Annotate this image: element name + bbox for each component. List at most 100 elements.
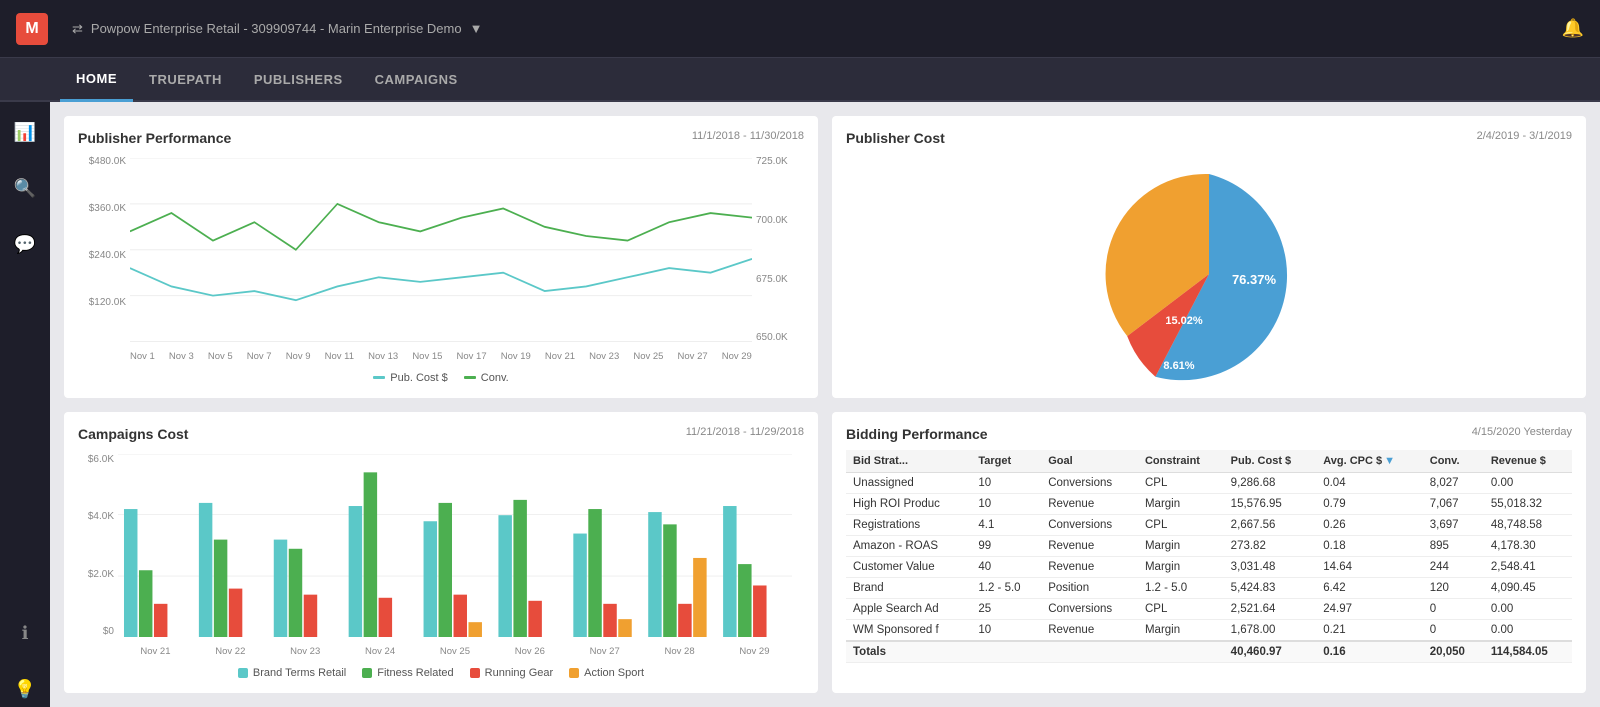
nav-item-home[interactable]: HOME: [60, 58, 133, 102]
publisher-performance-header: Publisher Performance 11/1/2018 - 11/30/…: [78, 130, 804, 146]
connection-icon: ⇄: [72, 21, 83, 37]
bidding-table-container[interactable]: Bid Strat... Target Goal Constraint Pub.…: [846, 450, 1572, 680]
publisher-cost-header: Publisher Cost 2/4/2019 - 3/1/2019: [846, 130, 1572, 146]
table-row[interactable]: Amazon - ROAS 99 Revenue Margin 273.82 0…: [846, 535, 1572, 556]
table-row[interactable]: WM Sponsored f 10 Revenue Margin 1,678.0…: [846, 619, 1572, 641]
publisher-performance-date: 11/1/2018 - 11/30/2018: [692, 130, 804, 142]
col-conv[interactable]: Conv.: [1423, 450, 1484, 473]
bar-x-labels: Nov 21Nov 22Nov 23Nov 24Nov 25 Nov 26Nov…: [118, 646, 792, 657]
cell-pub-cost: 3,031.48: [1224, 556, 1317, 577]
main-content: Publisher Performance 11/1/2018 - 11/30/…: [50, 102, 1600, 707]
pie-label-red: 8.61%: [1163, 360, 1194, 372]
dropdown-icon[interactable]: ▼: [470, 21, 483, 36]
col-revenue[interactable]: Revenue $: [1484, 450, 1572, 473]
col-goal[interactable]: Goal: [1041, 450, 1138, 473]
cell-strategy: Amazon - ROAS: [846, 535, 971, 556]
pie-label-blue: 76.37%: [1232, 272, 1277, 287]
totals-avg-cpc: 0.16: [1316, 641, 1423, 663]
table-row[interactable]: Customer Value 40 Revenue Margin 3,031.4…: [846, 556, 1572, 577]
publisher-cost-date: 2/4/2019 - 3/1/2019: [1477, 130, 1572, 142]
campaigns-cost-legend: Brand Terms Retail Fitness Related Runni…: [78, 667, 804, 679]
table-row[interactable]: High ROI Produc 10 Revenue Margin 15,576…: [846, 493, 1572, 514]
campaigns-cost-title: Campaigns Cost: [78, 426, 188, 442]
bell-icon[interactable]: 🔔: [1562, 18, 1584, 39]
cell-revenue: 4,178.30: [1484, 535, 1572, 556]
totals-conv: 20,050: [1423, 641, 1484, 663]
cell-revenue: 2,548.41: [1484, 556, 1572, 577]
cell-avg-cpc: 0.21: [1316, 619, 1423, 641]
table-row[interactable]: Registrations 4.1 Conversions CPL 2,667.…: [846, 514, 1572, 535]
cell-conv: 3,697: [1423, 514, 1484, 535]
legend-brand-label: Brand Terms Retail: [253, 667, 346, 679]
campaigns-cost-card: Campaigns Cost 11/21/2018 - 11/29/2018 $…: [64, 412, 818, 694]
cell-goal: Revenue: [1041, 535, 1138, 556]
cell-revenue: 0.00: [1484, 472, 1572, 493]
sidebar-icon-chat[interactable]: 💬: [7, 226, 43, 262]
cell-avg-cpc: 0.26: [1316, 514, 1423, 535]
legend-conv-label: Conv.: [481, 372, 509, 384]
cell-conv: 0: [1423, 598, 1484, 619]
pie-chart-svg: 76.37% 8.61% 15.02% Pub. Cost $: [1059, 154, 1359, 398]
cell-constraint: Margin: [1138, 556, 1224, 577]
totals-label: Totals: [846, 641, 1224, 663]
x-axis-labels: Nov 1Nov 3Nov 5Nov 7Nov 9 Nov 11Nov 13No…: [130, 351, 752, 362]
legend-action: Action Sport: [569, 667, 644, 679]
col-avg-cpc[interactable]: Avg. CPC $▼: [1316, 450, 1423, 473]
legend-fitness: Fitness Related: [362, 667, 453, 679]
publisher-cost-card: Publisher Cost 2/4/2019 - 3/1/2019 76.37…: [832, 116, 1586, 398]
nav-item-truepath[interactable]: TRUEPATH: [133, 58, 238, 100]
cell-constraint: CPL: [1138, 514, 1224, 535]
legend-running: Running Gear: [470, 667, 554, 679]
pie-chart-container: 76.37% 8.61% 15.02% Pub. Cost $: [846, 154, 1572, 398]
cell-goal: Revenue: [1041, 619, 1138, 641]
legend-fitness-label: Fitness Related: [377, 667, 453, 679]
cell-pub-cost: 2,521.64: [1224, 598, 1317, 619]
cell-constraint: Margin: [1138, 619, 1224, 641]
sidebar-icon-idea[interactable]: 💡: [7, 671, 43, 707]
cell-conv: 7,067: [1423, 493, 1484, 514]
cell-target: 4.1: [971, 514, 1041, 535]
sidebar-icon-search[interactable]: 🔍: [7, 170, 43, 206]
sidebar-icon-info[interactable]: ℹ: [7, 615, 43, 651]
bar-y-axis: $6.0K$4.0K$2.0K$0: [78, 454, 118, 638]
cell-target: 10: [971, 493, 1041, 514]
legend-pub-cost: Pub. Cost $: [373, 372, 447, 384]
cell-avg-cpc: 6.42: [1316, 577, 1423, 598]
publisher-performance-legend: Pub. Cost $ Conv.: [78, 372, 804, 384]
nav-item-campaigns[interactable]: CAMPAIGNS: [359, 58, 474, 100]
cell-goal: Conversions: [1041, 514, 1138, 535]
totals-row: Totals 40,460.97 0.16 20,050 114,584.05: [846, 641, 1572, 663]
y-axis-left: $480.0K$360.0K$240.0K$120.0K: [78, 154, 130, 344]
cell-conv: 0: [1423, 619, 1484, 641]
col-constraint[interactable]: Constraint: [1138, 450, 1224, 473]
pie-label-orange: 15.02%: [1165, 315, 1203, 327]
topbar: M ⇄ Powpow Enterprise Retail - 309909744…: [0, 0, 1600, 58]
cell-constraint: CPL: [1138, 472, 1224, 493]
sort-arrow: ▼: [1384, 455, 1395, 467]
app-logo[interactable]: M: [16, 13, 48, 45]
cell-pub-cost: 5,424.83: [1224, 577, 1317, 598]
publisher-cost-title: Publisher Cost: [846, 130, 945, 146]
cell-strategy: Unassigned: [846, 472, 971, 493]
table-row[interactable]: Apple Search Ad 25 Conversions CPL 2,521…: [846, 598, 1572, 619]
sidebar-icon-analytics[interactable]: 📊: [7, 114, 43, 150]
cell-constraint: 1.2 - 5.0: [1138, 577, 1224, 598]
col-target[interactable]: Target: [971, 450, 1041, 473]
cell-conv: 895: [1423, 535, 1484, 556]
nav-item-publishers[interactable]: PUBLISHERS: [238, 58, 359, 100]
cell-pub-cost: 15,576.95: [1224, 493, 1317, 514]
col-pub-cost[interactable]: Pub. Cost $: [1224, 450, 1317, 473]
line-chart-area: [130, 158, 752, 342]
bar-chart-container: $6.0K$4.0K$2.0K$0: [78, 450, 804, 660]
cell-goal: Revenue: [1041, 493, 1138, 514]
legend-conv: Conv.: [464, 372, 509, 384]
account-name: Powpow Enterprise Retail - 309909744 - M…: [91, 21, 462, 36]
table-row[interactable]: Brand 1.2 - 5.0 Position 1.2 - 5.0 5,424…: [846, 577, 1572, 598]
col-bid-strat[interactable]: Bid Strat...: [846, 450, 971, 473]
bidding-table: Bid Strat... Target Goal Constraint Pub.…: [846, 450, 1572, 663]
table-row[interactable]: Unassigned 10 Conversions CPL 9,286.68 0…: [846, 472, 1572, 493]
cell-target: 40: [971, 556, 1041, 577]
publisher-performance-chart: $480.0K$360.0K$240.0K$120.0K 725.0K700.0…: [78, 154, 804, 364]
cell-target: 25: [971, 598, 1041, 619]
cell-target: 10: [971, 472, 1041, 493]
